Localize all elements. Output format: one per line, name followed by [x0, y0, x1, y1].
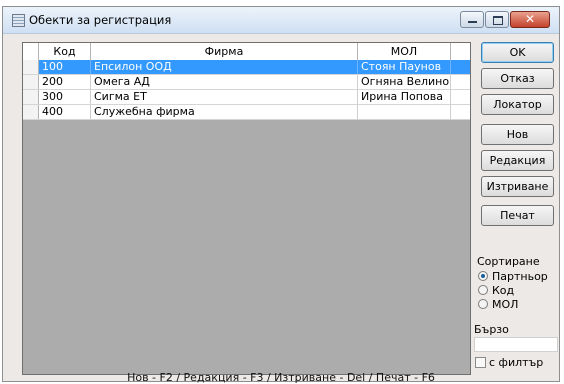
close-icon: ✕ [524, 12, 536, 26]
column-header-mol[interactable]: МОЛ [358, 43, 451, 60]
row-indicator [23, 105, 39, 119]
cell-firm: Омега АД [91, 75, 358, 89]
edit-button[interactable]: Редакция [481, 150, 554, 171]
cell-code: 100 [39, 60, 91, 74]
column-header-firm[interactable]: Фирма [91, 43, 358, 60]
maximize-button[interactable] [485, 11, 509, 28]
main-window: Обекти за регистрация ✕ Код Фирма МОЛ 10… [2, 6, 560, 384]
delete-button[interactable]: Изтриване [481, 176, 554, 197]
shortcut-hint: Нов - F2 / Редакция - F3 / Изтриване - D… [127, 371, 435, 384]
sort-option-label: Код [492, 284, 515, 297]
cell-firm: Епсилон ООД [91, 60, 358, 74]
row-indicator-header [23, 43, 39, 60]
app-icon [12, 14, 25, 27]
row-indicator [23, 60, 39, 74]
radio-mol[interactable] [478, 299, 488, 309]
cell-mol: Стоян Паунов [358, 60, 451, 74]
row-indicator [23, 90, 39, 104]
quick-search-input[interactable] [474, 337, 558, 352]
filter-label: с филтър [489, 356, 544, 369]
column-header-code[interactable]: Код [39, 43, 91, 60]
cell-code: 300 [39, 90, 91, 104]
table-row[interactable]: 300 Сигма ЕТ Ирина Попова [23, 90, 470, 105]
cell-firm: Служебна фирма [91, 105, 358, 119]
grid-header: Код Фирма МОЛ [23, 43, 470, 61]
cell-mol [358, 105, 451, 119]
maximize-icon [493, 16, 503, 25]
close-button[interactable]: ✕ [510, 11, 550, 28]
ok-button[interactable]: OK [481, 42, 554, 63]
sort-option-label: МОЛ [492, 298, 519, 311]
window-title: Обекти за регистрация [29, 13, 172, 27]
title-bar: Обекти за регистрация ✕ [3, 7, 559, 34]
sort-label: Сортиране [477, 255, 540, 268]
radio-partner[interactable] [478, 271, 488, 281]
cancel-button[interactable]: Отказ [481, 68, 554, 89]
row-indicator [23, 75, 39, 89]
minimize-icon [468, 21, 477, 23]
cell-mol: Ирина Попова [358, 90, 451, 104]
print-button[interactable]: Печат [481, 205, 554, 226]
new-button[interactable]: Нов [481, 124, 554, 145]
table-row[interactable]: 200Омега АДОгняна Велинова [23, 75, 470, 90]
cell-code: 400 [39, 105, 91, 119]
cell-code: 200 [39, 75, 91, 89]
cell-mol: Огняна Велинова [358, 75, 451, 89]
table-row[interactable]: 400 Служебна фирма [23, 105, 470, 120]
locator-button[interactable]: Локатор [481, 94, 554, 115]
objects-grid[interactable]: Код Фирма МОЛ 100 Епсилон ООД Стоян Паунов… [22, 42, 471, 375]
sort-group: Сортиране Партньор Код МОЛ [474, 254, 560, 314]
table-row[interactable]: 100 Епсилон ООД Стоян Паунов [23, 60, 470, 75]
filter-checkbox[interactable] [475, 357, 486, 368]
cell-firm: Сигма ЕТ [91, 90, 358, 104]
sort-option-label: Партньор [492, 270, 548, 283]
radio-code[interactable] [478, 285, 488, 295]
minimize-button[interactable] [460, 11, 484, 28]
